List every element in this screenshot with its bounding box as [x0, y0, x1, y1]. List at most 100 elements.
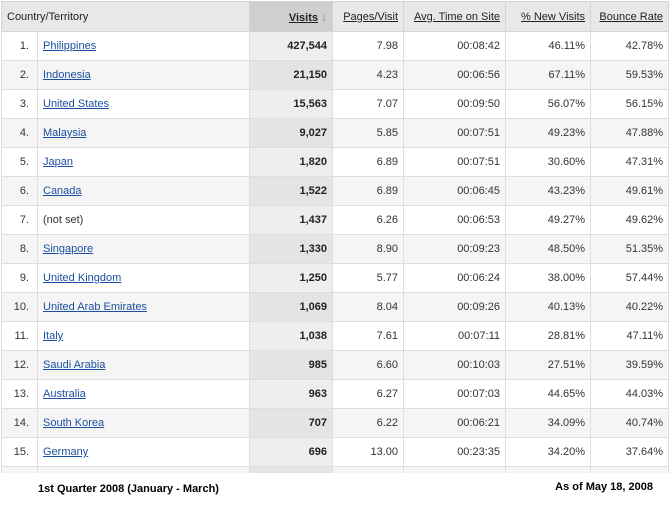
- row-index: 11.: [1, 321, 38, 351]
- visits-cell: 963: [249, 379, 334, 409]
- visits-cell: 696: [249, 437, 334, 467]
- header-pages-visit[interactable]: Pages/Visit: [332, 1, 405, 32]
- pages-visit-cell: 6.89: [332, 176, 405, 206]
- avg-time-cell: 00:08:42: [403, 31, 507, 61]
- bounce-rate-cell: 44.03%: [590, 379, 669, 409]
- table-row: 2. Indonesia 21,150 4.23 00:06:56 67.11% 59.53…: [1, 60, 669, 90]
- pages-visit-cell: 4.23: [332, 60, 405, 90]
- pages-visit-cell: 8.04: [332, 292, 405, 322]
- avg-time-cell: 00:06:21: [403, 408, 507, 438]
- country-link[interactable]: United Arab Emirates: [43, 301, 147, 313]
- sort-bounce-rate-link[interactable]: Bounce Rate: [599, 11, 663, 23]
- pages-visit-cell: 7.07: [332, 89, 405, 119]
- avg-time-cell: 00:09:50: [403, 89, 507, 119]
- country-link[interactable]: Germany: [43, 446, 88, 458]
- sort-pages-visit-link[interactable]: Pages/Visit: [343, 11, 398, 23]
- row-index: 3.: [1, 89, 38, 119]
- sort-visits-link[interactable]: Visits: [289, 12, 318, 24]
- country-cell: Canada: [36, 176, 251, 206]
- visits-cell: 1,522: [249, 176, 334, 206]
- new-visits-cell: 30.60%: [505, 147, 592, 177]
- bounce-rate-cell: 49.62%: [590, 205, 669, 235]
- avg-time-cell: 00:07:11: [403, 321, 507, 351]
- country-cell: United States: [36, 89, 251, 119]
- avg-time-cell: 00:06:53: [403, 205, 507, 235]
- new-visits-cell: 27.51%: [505, 350, 592, 380]
- row-index: 2.: [1, 60, 38, 90]
- visits-cell: 1,069: [249, 292, 334, 322]
- country-link[interactable]: Malaysia: [43, 127, 86, 139]
- table-row-partial: [1, 466, 669, 473]
- avg-time-cell: 00:06:24: [403, 263, 507, 293]
- bounce-rate-cell: 49.61%: [590, 176, 669, 206]
- visits-cell: 985: [249, 350, 334, 380]
- country-link[interactable]: Australia: [43, 388, 86, 400]
- pages-visit-cell: 8.90: [332, 234, 405, 264]
- table-row: 1. Philippines 427,544 7.98 00:08:42 46.11% 42…: [1, 31, 669, 61]
- country-link[interactable]: United States: [43, 98, 109, 110]
- pages-visit-cell: 5.77: [332, 263, 405, 293]
- sort-new-visits-link[interactable]: % New Visits: [521, 11, 585, 23]
- new-visits-cell: 67.11%: [505, 60, 592, 90]
- pages-visit-cell: 6.27: [332, 379, 405, 409]
- table-row: 10. United Arab Emirates 1,069 8.04 00:09:26…: [1, 292, 669, 322]
- table-row: 3. United States 15,563 7.07 00:09:50 56.07% 5…: [1, 89, 669, 119]
- new-visits-cell: 34.20%: [505, 437, 592, 467]
- country-link[interactable]: Indonesia: [43, 69, 91, 81]
- table-row: 8. Singapore 1,330 8.90 00:09:23 48.50% 51.35%: [1, 234, 669, 264]
- cell: [249, 466, 334, 473]
- sort-avg-time-link[interactable]: Avg. Time on Site: [414, 11, 500, 23]
- pages-visit-cell: 6.89: [332, 147, 405, 177]
- country-stats-table: Country/Territory Visits ↓ Pages/Visit Av…: [0, 1, 669, 473]
- avg-time-cell: 00:23:35: [403, 437, 507, 467]
- new-visits-cell: 38.00%: [505, 263, 592, 293]
- new-visits-cell: 49.23%: [505, 118, 592, 148]
- country-cell: Singapore: [36, 234, 251, 264]
- row-index: 7.: [1, 205, 38, 235]
- row-index: 12.: [1, 350, 38, 380]
- header-avg-time[interactable]: Avg. Time on Site: [403, 1, 507, 32]
- country-cell: United Kingdom: [36, 263, 251, 293]
- avg-time-cell: 00:09:23: [403, 234, 507, 264]
- table-row: 9. United Kingdom 1,250 5.77 00:06:24 38.00% 5…: [1, 263, 669, 293]
- bounce-rate-cell: 51.35%: [590, 234, 669, 264]
- new-visits-cell: 56.07%: [505, 89, 592, 119]
- country-link[interactable]: Saudi Arabia: [43, 359, 105, 371]
- bounce-rate-cell: 40.22%: [590, 292, 669, 322]
- country-cell: Indonesia: [36, 60, 251, 90]
- row-index: 13.: [1, 379, 38, 409]
- visits-cell: 427,544: [249, 31, 334, 61]
- country-cell: United Arab Emirates: [36, 292, 251, 322]
- header-new-visits[interactable]: % New Visits: [505, 1, 592, 32]
- avg-time-cell: 00:06:56: [403, 60, 507, 90]
- country-link[interactable]: South Korea: [43, 417, 104, 429]
- row-index: 8.: [1, 234, 38, 264]
- period-label: 1st Quarter 2008 (January - March): [38, 483, 219, 495]
- bounce-rate-cell: 47.31%: [590, 147, 669, 177]
- new-visits-cell: 48.50%: [505, 234, 592, 264]
- new-visits-cell: 43.23%: [505, 176, 592, 206]
- country-link[interactable]: Canada: [43, 185, 82, 197]
- pages-visit-cell: 6.60: [332, 350, 405, 380]
- pages-visit-cell: 7.61: [332, 321, 405, 351]
- pages-visit-cell: 7.98: [332, 31, 405, 61]
- country-link[interactable]: United Kingdom: [43, 272, 121, 284]
- visits-cell: 15,563: [249, 89, 334, 119]
- pages-visit-cell: 6.22: [332, 408, 405, 438]
- country-link[interactable]: Philippines: [43, 40, 96, 52]
- arrow-down-icon: ↓: [321, 9, 328, 24]
- country-link[interactable]: Japan: [43, 156, 73, 168]
- country-text: (not set): [43, 214, 84, 226]
- country-link[interactable]: Singapore: [43, 243, 93, 255]
- table-row: 15. Germany 696 13.00 00:23:35 34.20% 37.64%: [1, 437, 669, 467]
- row-index: 9.: [1, 263, 38, 293]
- row-index: 14.: [1, 408, 38, 438]
- visits-cell: 1,820: [249, 147, 334, 177]
- table-row: 13. Australia 963 6.27 00:07:03 44.65% 44.03%: [1, 379, 669, 409]
- country-cell: Saudi Arabia: [36, 350, 251, 380]
- visits-cell: 1,437: [249, 205, 334, 235]
- header-visits[interactable]: Visits ↓: [249, 1, 334, 32]
- header-bounce-rate[interactable]: Bounce Rate: [590, 1, 669, 32]
- country-link[interactable]: Italy: [43, 330, 63, 342]
- visits-cell: 1,038: [249, 321, 334, 351]
